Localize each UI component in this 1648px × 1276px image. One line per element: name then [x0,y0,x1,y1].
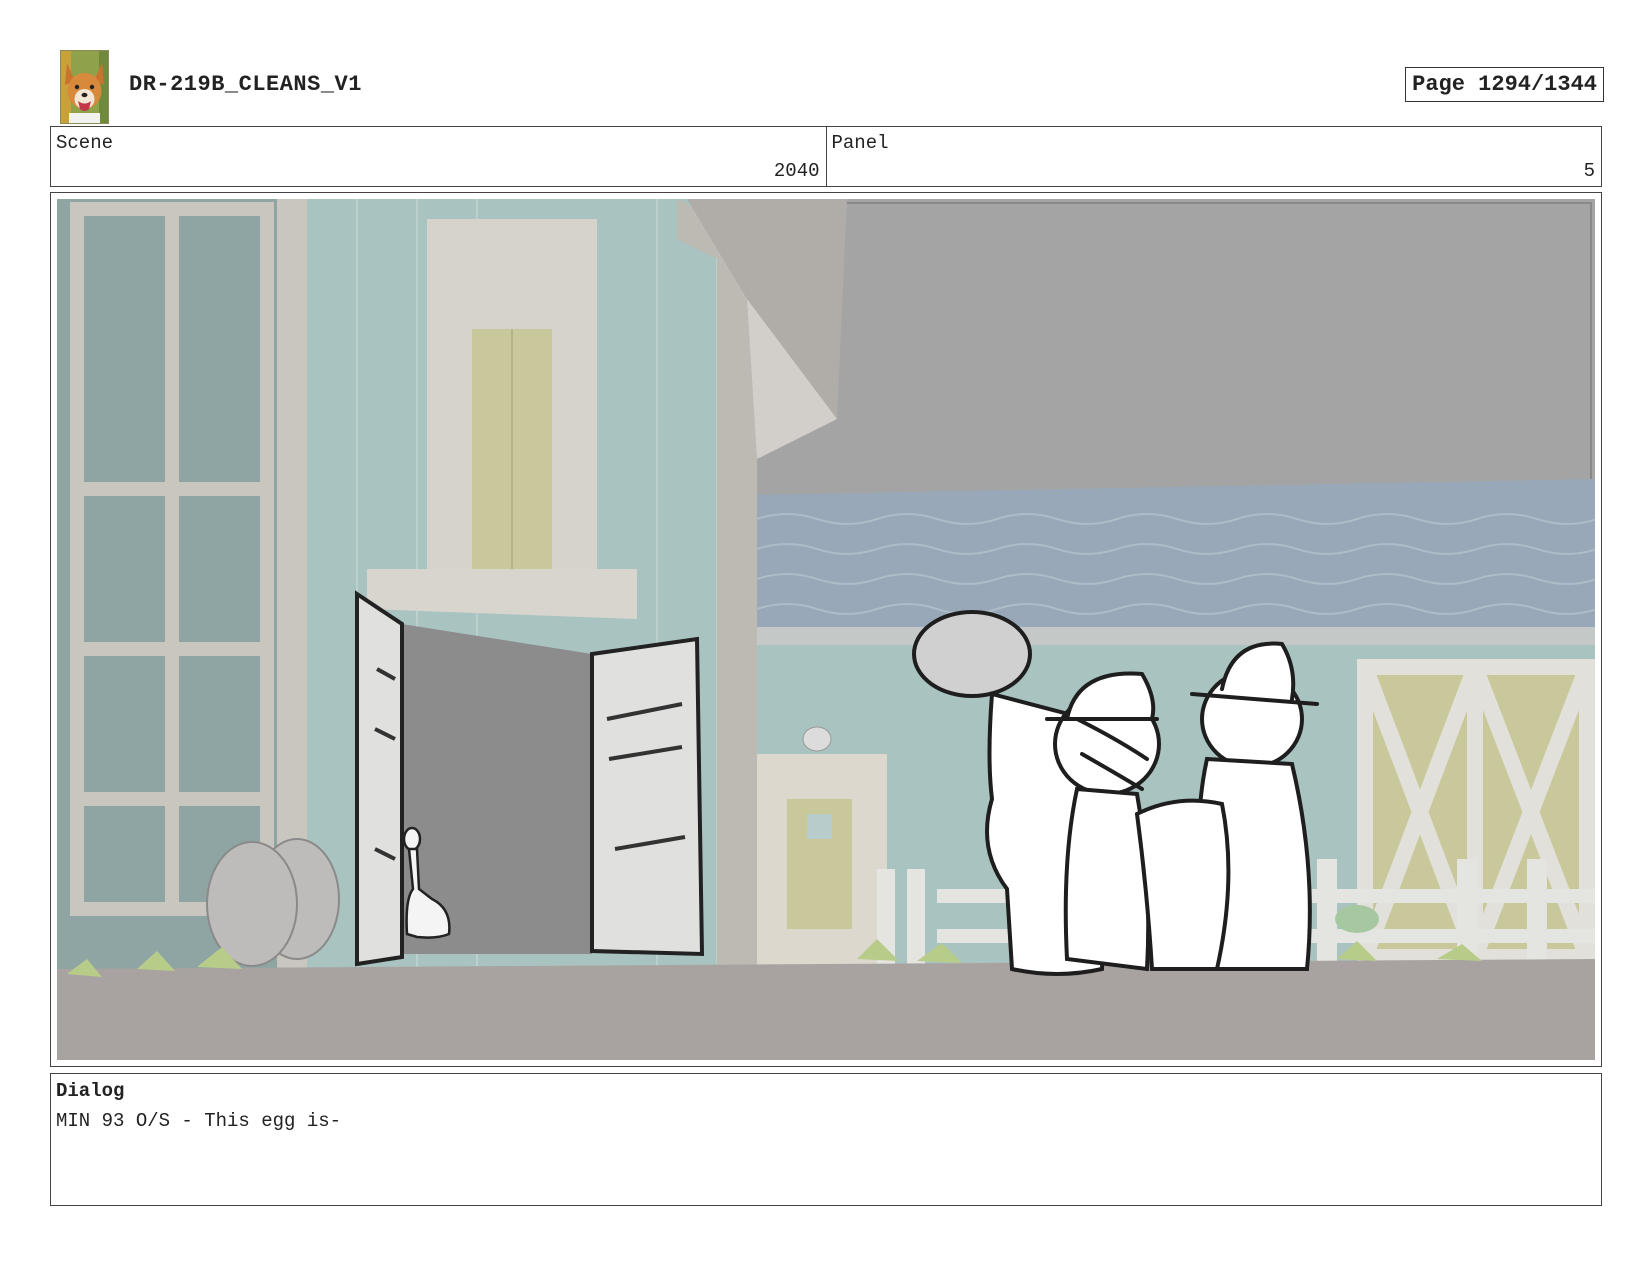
storyboard-panel-frame [50,192,1602,1067]
page-number: Page 1294/1344 [1405,67,1604,102]
document-title: DR-219B_CLEANS_V1 [129,72,362,97]
scene-value: 2040 [773,160,820,182]
scene-cell: Scene 2040 [51,127,826,186]
dialog-box: Dialog MIN 93 O/S - This egg is- [50,1073,1602,1206]
panel-label: Panel [831,132,889,154]
storyboard-panel-image [57,199,1595,1060]
dialog-text: MIN 93 O/S - This egg is- [56,1110,342,1132]
scene-panel-info-row: Scene 2040 Panel 5 [50,126,1602,187]
dialog-label: Dialog [56,1080,125,1102]
corgi-dog-logo-icon [60,50,109,124]
scene-label: Scene [56,132,114,154]
panel-value: 5 [1583,160,1595,182]
panel-cell: Panel 5 [825,127,1602,186]
